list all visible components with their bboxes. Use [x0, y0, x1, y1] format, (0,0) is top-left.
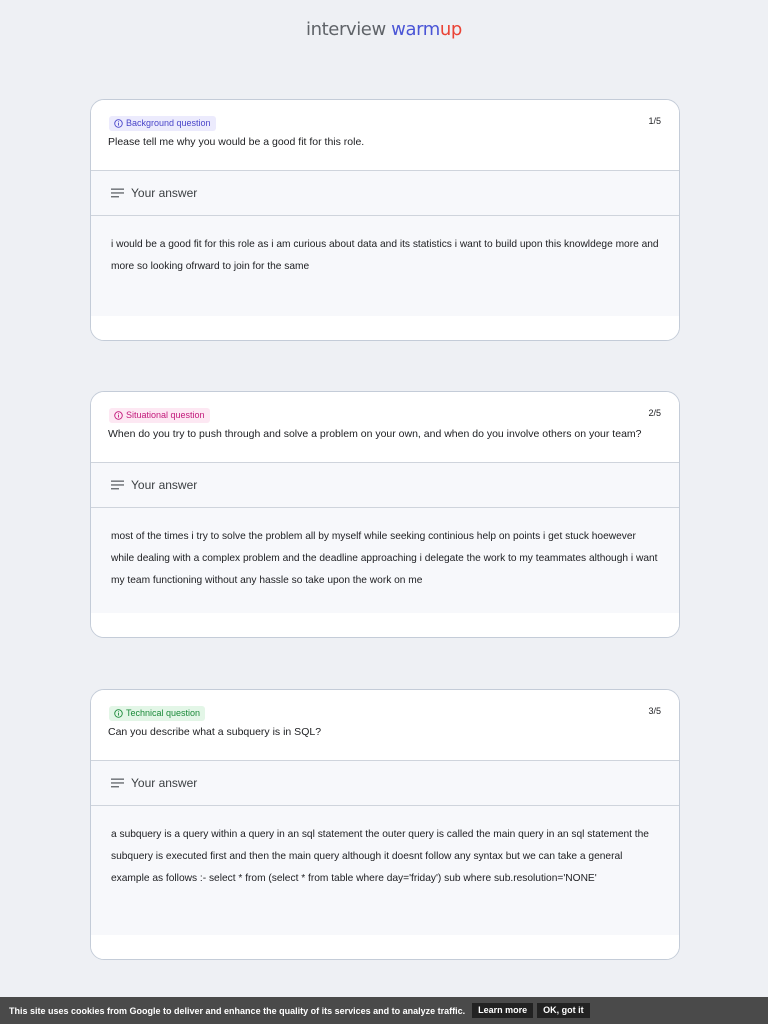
- your-answer-header: Your answer: [91, 171, 679, 216]
- your-answer-label: Your answer: [131, 186, 198, 200]
- cookie-consent-bar: This site uses cookies from Google to de…: [0, 997, 768, 1024]
- question-type-label: Technical question: [126, 708, 201, 718]
- card-footer: [91, 613, 679, 637]
- cookie-notice-text: This site uses cookies from Google to de…: [9, 1005, 466, 1016]
- question-counter: 1/5: [648, 116, 661, 126]
- question-text: Please tell me why you would be a good f…: [108, 136, 365, 148]
- your-answer-label: Your answer: [131, 478, 198, 492]
- question-type-label: Situational question: [126, 410, 205, 420]
- notes-lines-icon: [111, 480, 125, 490]
- info-icon: [114, 119, 123, 128]
- question-card-2: Situational question 2/5 When do you try…: [90, 391, 680, 638]
- info-icon: [114, 411, 123, 420]
- question-type-badge: Background question: [109, 116, 216, 131]
- logo-text-warm: warm: [391, 19, 440, 40]
- question-counter: 3/5: [648, 706, 661, 716]
- notes-lines-icon: [111, 188, 125, 198]
- question-type-badge: Technical question: [109, 706, 206, 721]
- answer-text: a subquery is a query within a query in …: [91, 806, 679, 935]
- question-card-1: Background question 1/5 Please tell me w…: [90, 99, 680, 341]
- question-counter: 2/5: [648, 408, 661, 418]
- question-card-3: Technical question 3/5 Can you describe …: [90, 689, 680, 960]
- card-footer: [91, 935, 679, 959]
- learn-more-button[interactable]: Learn more: [472, 1003, 534, 1018]
- question-header: Background question 1/5 Please tell me w…: [91, 100, 679, 171]
- question-text: Can you describe what a subquery is in S…: [108, 726, 322, 738]
- logo-text-interview: interview: [306, 19, 392, 40]
- question-type-label: Background question: [126, 118, 211, 128]
- logo-text-up: up: [439, 19, 462, 40]
- notes-lines-icon: [111, 778, 125, 788]
- question-header: Technical question 3/5 Can you describe …: [91, 690, 679, 761]
- question-header: Situational question 2/5 When do you try…: [91, 392, 679, 463]
- your-answer-header: Your answer: [91, 463, 679, 508]
- answer-text: most of the times i try to solve the pro…: [91, 508, 679, 613]
- interview-warmup-logo[interactable]: interview warmup: [0, 19, 768, 41]
- your-answer-label: Your answer: [131, 776, 198, 790]
- question-type-badge: Situational question: [109, 408, 210, 423]
- answer-text: i would be a good fit for this role as i…: [91, 216, 679, 316]
- question-text: When do you try to push through and solv…: [108, 428, 642, 440]
- your-answer-header: Your answer: [91, 761, 679, 806]
- card-footer: [91, 316, 679, 340]
- info-icon: [114, 709, 123, 718]
- ok-got-it-button[interactable]: OK, got it: [537, 1003, 590, 1018]
